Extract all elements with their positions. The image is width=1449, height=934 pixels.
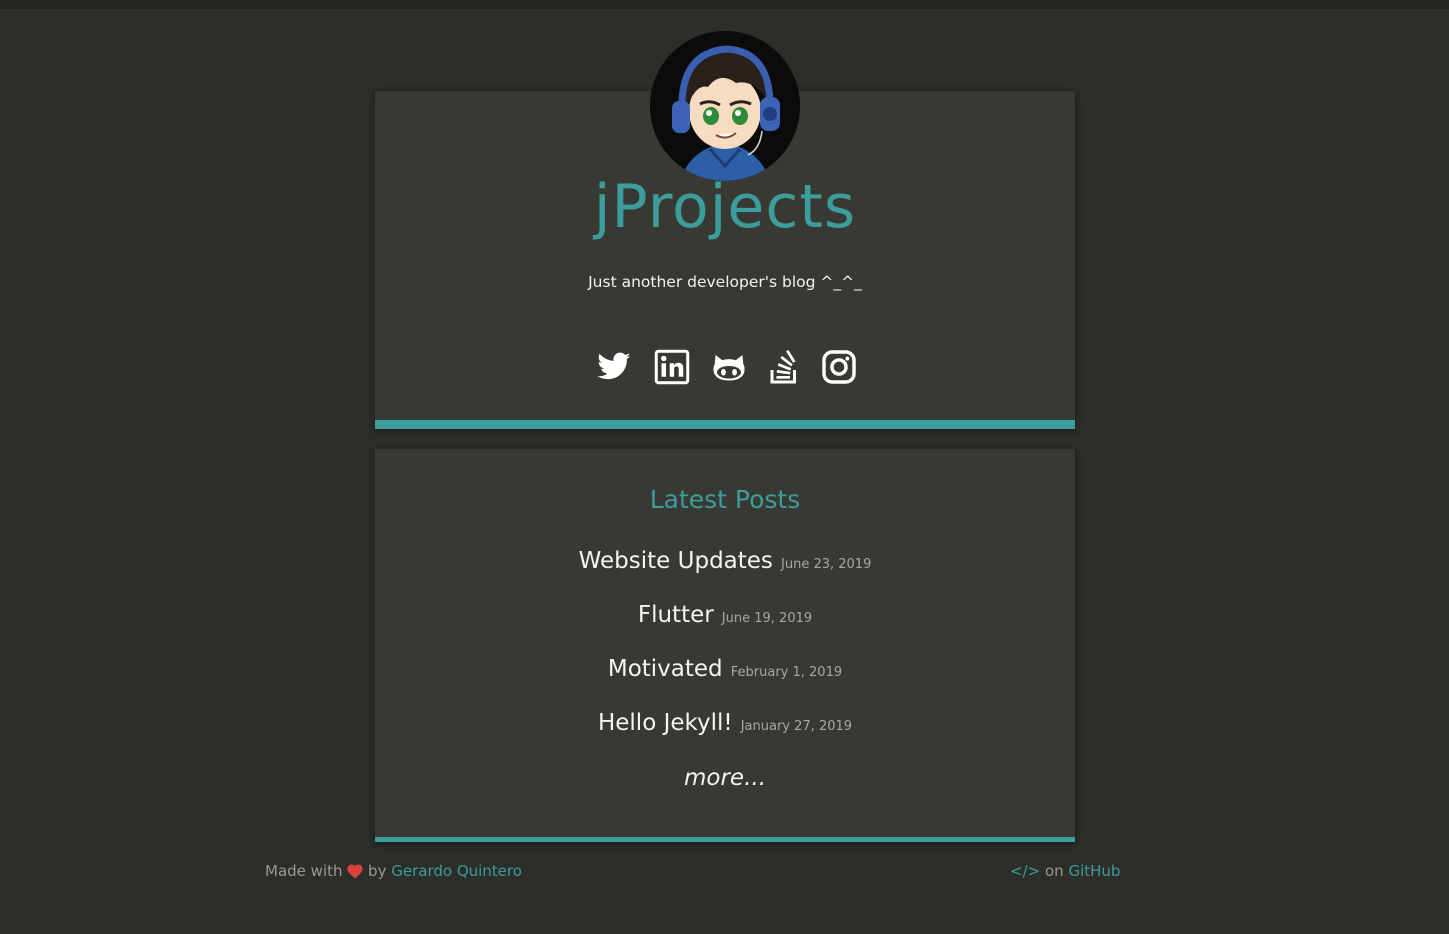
code-icon[interactable]: </> xyxy=(1010,862,1040,880)
latest-posts-heading: Latest Posts xyxy=(649,485,801,514)
site-title[interactable]: jProjects xyxy=(375,172,1075,242)
post-title-link[interactable]: Website Updates xyxy=(579,548,773,574)
heart-icon xyxy=(347,864,363,879)
post-date: January 27, 2019 xyxy=(740,719,853,734)
linkedin-link[interactable] xyxy=(654,349,690,385)
post-title-link[interactable]: Flutter xyxy=(638,602,714,628)
stackoverflow-icon xyxy=(770,349,796,384)
twitter-link[interactable] xyxy=(596,349,632,385)
made-with-text: Made with xyxy=(265,862,343,880)
linkedin-icon xyxy=(654,349,690,385)
by-text: by xyxy=(368,862,387,880)
stackoverflow-link[interactable] xyxy=(766,349,802,385)
avatar xyxy=(650,31,800,181)
post-date: February 1, 2019 xyxy=(730,665,843,680)
footer-source: </> on GitHub xyxy=(1010,862,1120,880)
twitter-icon xyxy=(597,352,631,380)
post-item: Flutter June 19, 2019 xyxy=(375,602,1075,628)
post-date: June 23, 2019 xyxy=(781,557,872,572)
github-link[interactable] xyxy=(711,349,747,385)
post-date: June 19, 2019 xyxy=(721,611,813,626)
post-item: Website Updates June 23, 2019 xyxy=(375,548,1075,574)
instagram-icon xyxy=(822,350,856,384)
instagram-link[interactable] xyxy=(821,349,857,385)
github-icon xyxy=(713,355,745,381)
footer-credit: Made with by Gerardo Quintero xyxy=(265,862,522,880)
avatar-illustration xyxy=(650,31,800,181)
site-tagline: Just another developer's blog ^_^_ xyxy=(588,273,862,291)
github-source-link[interactable]: GitHub xyxy=(1068,862,1120,880)
post-title-link[interactable]: Motivated xyxy=(608,656,723,682)
post-item: Motivated February 1, 2019 xyxy=(375,656,1075,682)
more-posts-link[interactable]: more... xyxy=(375,765,1075,791)
browser-top-bar xyxy=(0,0,1449,11)
post-title-link[interactable]: Hello Jekyll! xyxy=(598,710,733,736)
social-links xyxy=(375,349,1075,385)
on-text: on xyxy=(1044,862,1064,880)
post-item: Hello Jekyll! January 27, 2019 xyxy=(375,710,1075,736)
author-link[interactable]: Gerardo Quintero xyxy=(391,862,522,880)
